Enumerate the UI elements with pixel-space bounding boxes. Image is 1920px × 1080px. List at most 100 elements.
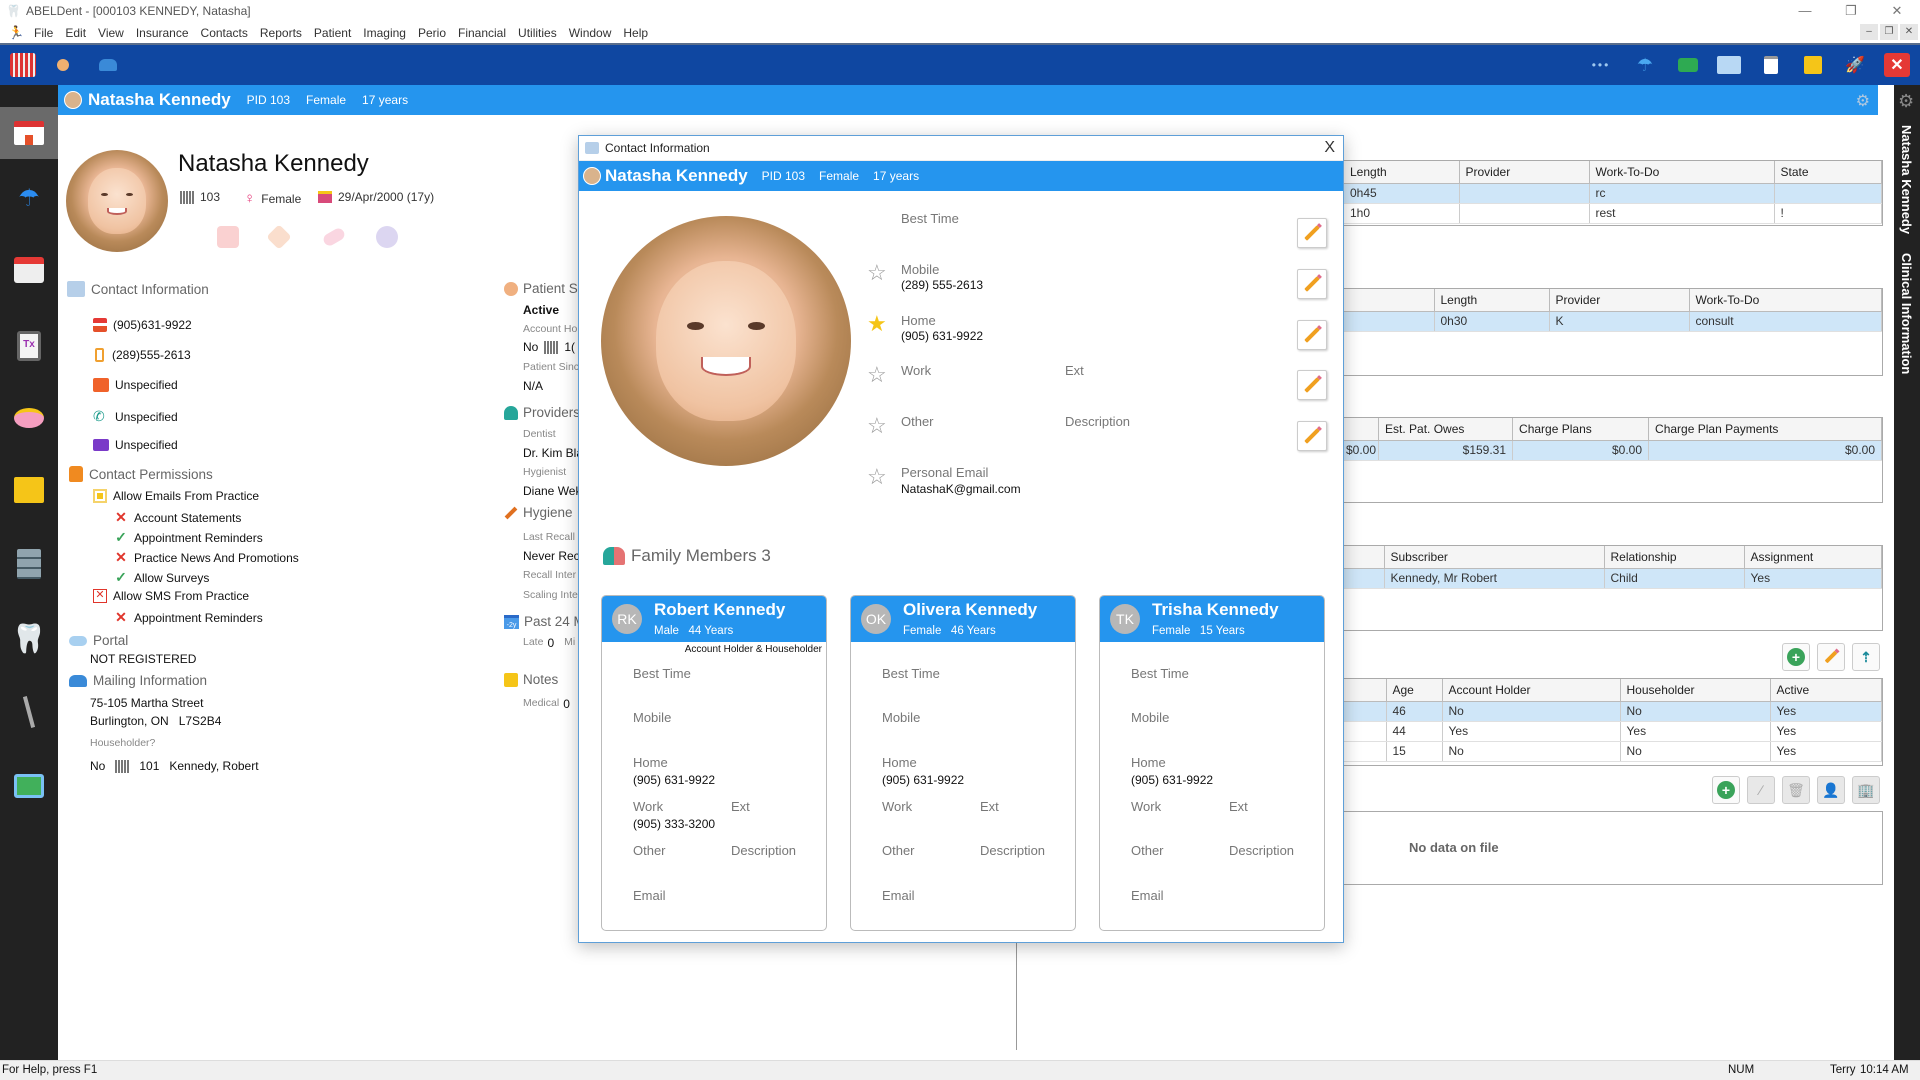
sidebar-item-billing[interactable] — [8, 397, 50, 439]
sidebar-item-perio[interactable] — [8, 691, 50, 733]
col-relationship[interactable]: Relationship — [1604, 546, 1745, 569]
person-button[interactable]: 👤 — [1817, 776, 1845, 804]
permission-item[interactable]: ✓ Appointment Reminders — [114, 529, 263, 546]
family-card[interactable]: RK Robert Kennedy Male 44 Years Account … — [601, 595, 827, 931]
col-householder[interactable]: Householder — [1620, 679, 1771, 702]
work-preferred-star[interactable]: ☆ — [867, 364, 887, 386]
email-preferred-star[interactable]: ☆ — [867, 466, 887, 488]
menu-financial[interactable]: Financial — [452, 26, 512, 40]
building-button[interactable]: 🏢 — [1852, 776, 1880, 804]
sidebar-item-calendar[interactable] — [8, 249, 50, 291]
table-row[interactable]: 15 No No Yes — [1344, 741, 1882, 762]
col-work-to-do[interactable]: Work-To-Do — [1589, 161, 1775, 184]
permission-item[interactable]: ✕ Account Statements — [114, 509, 241, 526]
householder-name[interactable]: Kennedy, Robert — [169, 759, 258, 773]
settings-gear-icon[interactable]: ⚙ — [1856, 91, 1870, 111]
col-charge-plans[interactable]: Charge Plans — [1512, 418, 1650, 441]
edit-other-button[interactable] — [1297, 421, 1327, 451]
sticky-note-add-icon[interactable] — [1800, 53, 1826, 77]
table-row[interactable]: 44 Yes Yes Yes — [1344, 721, 1882, 742]
col-assignment[interactable]: Assignment — [1744, 546, 1882, 569]
col-active[interactable]: Active — [1770, 679, 1882, 702]
col-charge-plan-payments[interactable]: Charge Plan Payments — [1648, 418, 1882, 441]
tab-clinical-information[interactable]: Clinical Information — [1899, 253, 1914, 374]
sidebar-item-records[interactable] — [8, 543, 50, 585]
mdi-minimize-button[interactable]: – — [1860, 24, 1878, 40]
gear-icon[interactable]: ⚙ — [1898, 91, 1914, 112]
sidebar-item-treatment[interactable]: Tx — [8, 325, 50, 367]
home-preferred-star[interactable]: ★ — [867, 313, 887, 335]
sidebar-item-home[interactable] — [0, 107, 58, 159]
col-length[interactable]: Length — [1434, 289, 1550, 312]
splitter[interactable] — [1016, 943, 1017, 1050]
close-window-button[interactable]: ✕ — [1874, 0, 1920, 22]
sidebar-item-notes[interactable] — [8, 469, 50, 511]
edit-best-time-button[interactable] — [1297, 218, 1327, 248]
insurance-umbrella-icon[interactable]: ☂ — [1632, 53, 1658, 77]
edit-mobile-button[interactable] — [1297, 269, 1327, 299]
menu-patient[interactable]: Patient — [308, 26, 357, 40]
sidebar-item-imaging[interactable] — [8, 765, 50, 807]
add-family-member-button[interactable]: + — [1782, 643, 1810, 671]
more-icon[interactable]: ••• — [1588, 53, 1614, 77]
col-est-pat-owes[interactable]: Est. Pat. Owes — [1378, 418, 1514, 441]
menu-contacts[interactable]: Contacts — [195, 26, 254, 40]
table-row[interactable]: $0.00 $159.31 $0.00 $0.00 — [1344, 440, 1882, 461]
permission-item[interactable]: ✕ Allow SMS From Practice — [93, 589, 249, 603]
table-row[interactable]: 0h30 Kconsult — [1344, 311, 1882, 332]
mdi-restore-button[interactable]: ❐ — [1880, 24, 1898, 40]
menu-perio[interactable]: Perio — [412, 26, 452, 40]
edit-contact-button[interactable]: ∕ — [1747, 776, 1775, 804]
col-state[interactable]: State — [1774, 161, 1882, 184]
other-preferred-star[interactable]: ☆ — [867, 415, 887, 437]
accessibility-icon[interactable] — [376, 226, 398, 248]
family-card[interactable]: TK Trisha Kennedy Female 15 Years Best T… — [1099, 595, 1325, 931]
menu-reports[interactable]: Reports — [254, 26, 308, 40]
edit-work-button[interactable] — [1297, 370, 1327, 400]
add-contact-button[interactable]: + — [1712, 776, 1740, 804]
permission-item[interactable]: ✓ Allow Surveys — [114, 569, 209, 586]
mobile-preferred-star[interactable]: ☆ — [867, 262, 887, 284]
restore-button[interactable]: ❐ — [1828, 0, 1874, 22]
table-row[interactable]: 0h45 rc — [1344, 183, 1882, 204]
menu-file[interactable]: File — [28, 26, 59, 40]
close-app-icon[interactable]: ✕ — [1884, 53, 1910, 77]
permission-item[interactable]: ✕ Practice News And Promotions — [114, 549, 299, 566]
family-card[interactable]: OK Olivera Kennedy Female 46 Years Best … — [850, 595, 1076, 931]
table-row[interactable]: 46 No No Yes — [1344, 701, 1882, 722]
app-runner-icon[interactable]: 🏃 — [8, 25, 24, 41]
mailbox-icon[interactable] — [95, 53, 121, 77]
table-row[interactable]: 1h0 rest! — [1344, 203, 1882, 224]
table-row[interactable]: Kennedy, Mr Robert Child Yes — [1344, 568, 1882, 589]
rocket-icon[interactable]: 🚀 — [1842, 53, 1868, 77]
menu-edit[interactable]: Edit — [59, 26, 92, 40]
medical-alert-icon[interactable] — [217, 226, 239, 248]
menu-view[interactable]: View — [92, 26, 130, 40]
patient-search-icon[interactable] — [50, 53, 76, 77]
dialog-close-button[interactable]: X — [1324, 139, 1335, 157]
menu-imaging[interactable]: Imaging — [357, 26, 412, 40]
edit-family-member-button[interactable] — [1817, 643, 1845, 671]
mdi-close-button[interactable]: ✕ — [1900, 24, 1918, 40]
sidebar-item-insurance[interactable]: ☂ — [8, 177, 50, 219]
permission-item[interactable]: ✕ Appointment Reminders — [114, 609, 263, 626]
menu-help[interactable]: Help — [617, 26, 654, 40]
minimize-button[interactable]: — — [1782, 0, 1828, 22]
menu-utilities[interactable]: Utilities — [512, 26, 563, 40]
menu-window[interactable]: Window — [563, 26, 618, 40]
delete-contact-button[interactable]: 🗑 — [1782, 776, 1810, 804]
col-provider[interactable]: Provider — [1549, 289, 1690, 312]
menu-insurance[interactable]: Insurance — [130, 26, 195, 40]
upload-button[interactable]: ⇡ — [1852, 643, 1880, 671]
col-subscriber[interactable]: Subscriber — [1384, 546, 1605, 569]
edit-home-button[interactable] — [1297, 320, 1327, 350]
money-icon[interactable] — [1675, 53, 1701, 77]
ledger-icon[interactable] — [10, 53, 36, 77]
sidebar-item-chart[interactable]: 🦷 — [8, 617, 50, 659]
id-card-icon[interactable] — [1716, 53, 1742, 77]
col-work-to-do[interactable]: Work-To-Do — [1689, 289, 1882, 312]
clipboard-icon[interactable] — [1758, 53, 1784, 77]
permission-item[interactable]: Allow Emails From Practice — [93, 489, 259, 503]
col-length[interactable]: Length — [1344, 161, 1460, 184]
tab-patient-name[interactable]: Natasha Kennedy — [1899, 125, 1914, 234]
